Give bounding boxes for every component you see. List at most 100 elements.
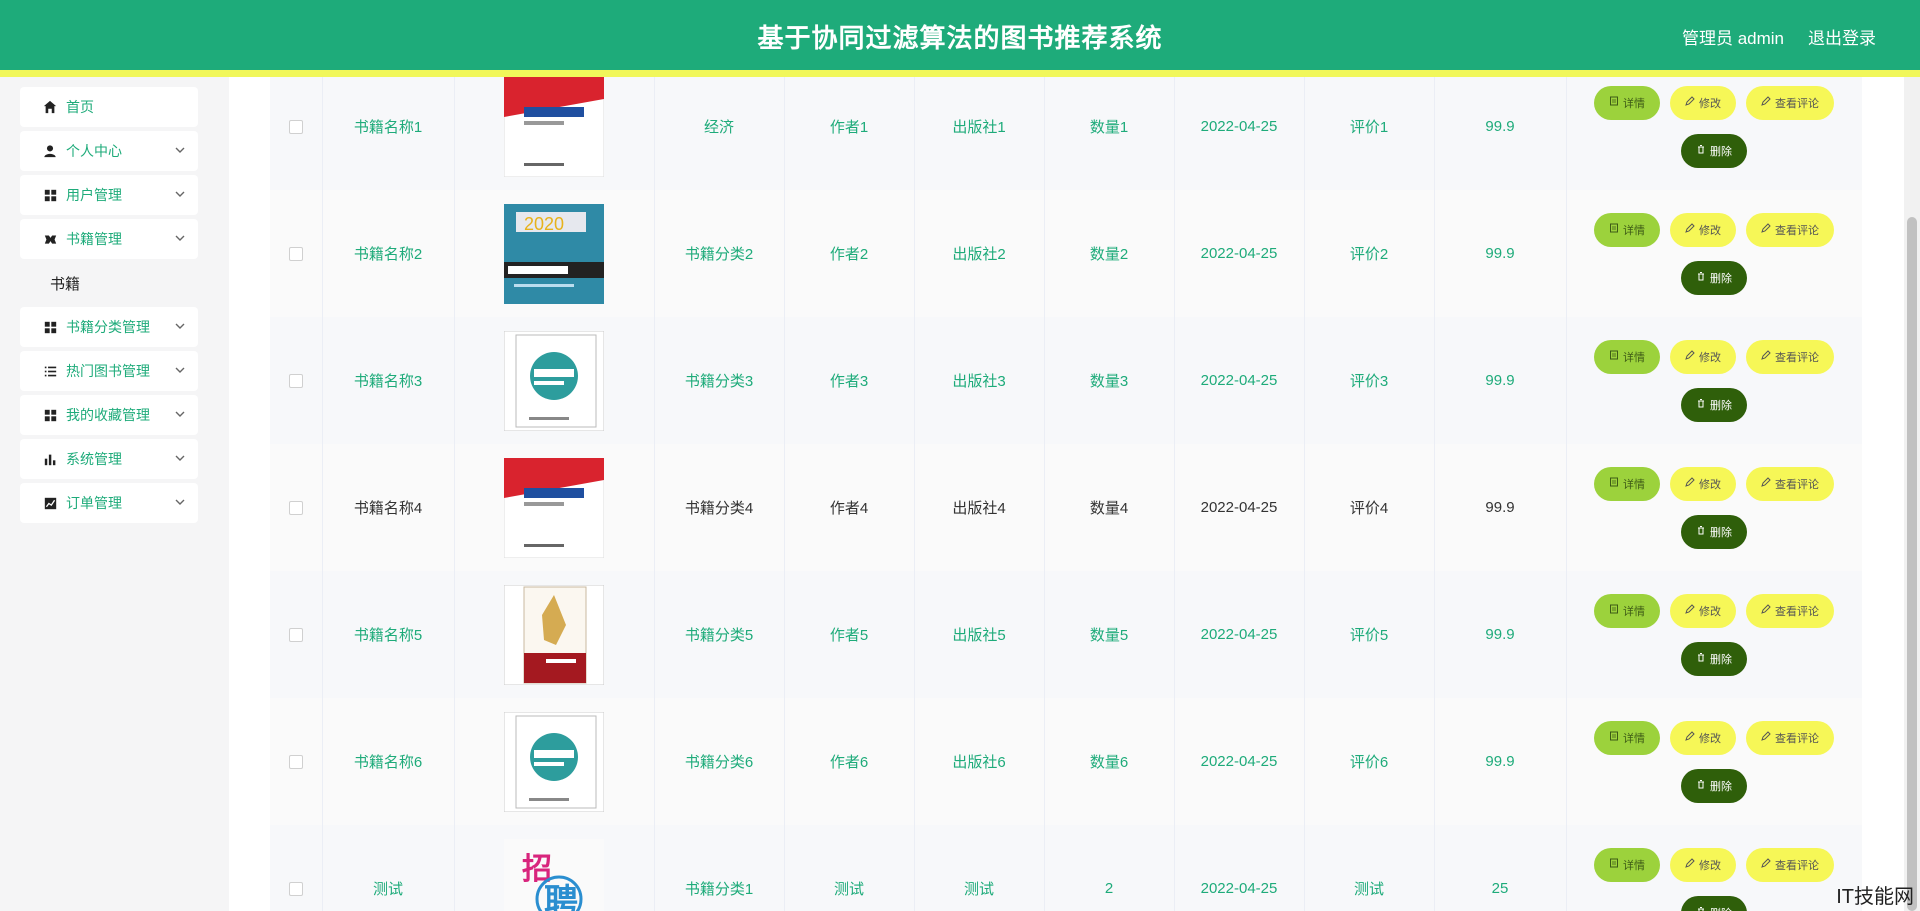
cell-select bbox=[270, 698, 323, 825]
book-cover-image[interactable]: 招聘 bbox=[504, 838, 604, 911]
detail-button[interactable]: 详情 bbox=[1594, 466, 1660, 501]
bar-chart-icon bbox=[42, 451, 58, 467]
edit-button[interactable]: 修改 bbox=[1670, 466, 1736, 501]
book-cover-image[interactable] bbox=[504, 711, 604, 812]
view-reviews-button[interactable]: 查看评论 bbox=[1746, 593, 1834, 628]
sidebar-item-users[interactable]: 用户管理 bbox=[20, 175, 198, 215]
cell-cover: 招聘 bbox=[454, 825, 655, 911]
cell-date-text: 2022-04-25 bbox=[1200, 753, 1278, 770]
cell-date-text: 2022-04-25 bbox=[1200, 245, 1278, 262]
table-row[interactable]: 书籍名称2 2020 书籍分类2 作者2 出版社2 数量2 2022-04-25 评价2 99.… bbox=[270, 190, 1862, 318]
sidebar-item-book-categories[interactable]: 书籍分类管理 bbox=[20, 307, 198, 347]
view-reviews-button[interactable]: 查看评论 bbox=[1746, 466, 1834, 501]
cell-actions: 详情 修改 查看评论删除 bbox=[1566, 698, 1862, 825]
detail-button-label: 详情 bbox=[1623, 351, 1645, 364]
sidebar-item-system[interactable]: 系统管理 bbox=[20, 439, 198, 479]
sidebar-item-label: 书籍分类管理 bbox=[66, 319, 150, 335]
delete-button[interactable]: 删除 bbox=[1681, 641, 1747, 676]
book-cover-image[interactable] bbox=[504, 457, 604, 558]
cell-author: 作者5 bbox=[784, 571, 915, 698]
sidebar-item-profile[interactable]: 个人中心 bbox=[20, 131, 198, 171]
sidebar-item-hot-books[interactable]: 热门图书管理 bbox=[20, 351, 198, 391]
detail-button[interactable]: 详情 bbox=[1594, 339, 1660, 374]
edit-button[interactable]: 修改 bbox=[1670, 85, 1736, 120]
sidebar-item-orders[interactable]: 订单管理 bbox=[20, 483, 198, 523]
detail-button[interactable]: 详情 bbox=[1594, 212, 1660, 247]
delete-button[interactable]: 删除 bbox=[1681, 895, 1747, 911]
row-checkbox[interactable] bbox=[289, 119, 303, 134]
view-reviews-button[interactable]: 查看评论 bbox=[1746, 847, 1834, 882]
detail-button[interactable]: 详情 bbox=[1594, 847, 1660, 882]
logout-link[interactable]: 退出登录 bbox=[1808, 24, 1876, 49]
cell-date: 2022-04-25 bbox=[1174, 77, 1305, 190]
edit-button[interactable]: 修改 bbox=[1670, 847, 1736, 882]
cell-price-text: 99.9 bbox=[1485, 626, 1515, 643]
sidebar-subitem-books[interactable]: 书籍 bbox=[50, 273, 80, 294]
cell-price-text: 99.9 bbox=[1485, 753, 1515, 770]
table-row[interactable]: 书籍名称3 书籍分类3 作者3 出版社3 数量3 2022-04-25 评价3 99.9 详情 修… bbox=[270, 317, 1862, 445]
cell-quantity: 数量3 bbox=[1044, 317, 1175, 444]
cell-name-text: 书籍名称1 bbox=[353, 119, 423, 136]
book-cover-image[interactable] bbox=[504, 584, 604, 685]
delete-button[interactable]: 删除 bbox=[1681, 514, 1747, 549]
book-cover-image[interactable]: 2020 bbox=[504, 203, 604, 304]
sidebar-item-books[interactable]: 书籍管理 bbox=[20, 219, 198, 259]
table-row[interactable]: 测试 招聘书籍分类1 测试 测试 2 2022-04-25 测试 25 详情 修改 查看评论删除 bbox=[270, 825, 1862, 911]
cell-rating-text: 评价5 bbox=[1349, 627, 1389, 644]
row-checkbox[interactable] bbox=[289, 373, 303, 388]
delete-button[interactable]: 删除 bbox=[1681, 260, 1747, 295]
view-reviews-button[interactable]: 查看评论 bbox=[1746, 339, 1834, 374]
view-reviews-button[interactable]: 查看评论 bbox=[1746, 85, 1834, 120]
delete-button[interactable]: 删除 bbox=[1681, 387, 1747, 422]
delete-button[interactable]: 删除 bbox=[1681, 768, 1747, 803]
admin-label[interactable]: 管理员 admin bbox=[1682, 24, 1784, 49]
detail-button[interactable]: 详情 bbox=[1594, 85, 1660, 120]
sidebar-item-label: 书籍管理 bbox=[66, 231, 122, 247]
cell-price: 99.9 bbox=[1434, 317, 1567, 444]
doc-icon bbox=[1609, 350, 1619, 363]
cell-category-text: 经济 bbox=[703, 119, 734, 136]
sidebar-item-home[interactable]: 首页 bbox=[20, 87, 198, 127]
detail-button[interactable]: 详情 bbox=[1594, 720, 1660, 755]
view-reviews-button[interactable]: 查看评论 bbox=[1746, 212, 1834, 247]
table-row[interactable]: 书籍名称5 书籍分类5 作者5 出版社5 数量5 2022-04-25 评价5 99.9 详情 修… bbox=[270, 571, 1862, 699]
edit-button-label: 修改 bbox=[1699, 97, 1721, 110]
vertical-scrollbar[interactable] bbox=[1904, 77, 1920, 911]
book-cover-image[interactable] bbox=[504, 330, 604, 431]
view-reviews-button[interactable]: 查看评论 bbox=[1746, 720, 1834, 755]
cell-quantity-text: 数量6 bbox=[1089, 754, 1129, 771]
sidebar-item-label: 订单管理 bbox=[66, 495, 122, 511]
edit-button[interactable]: 修改 bbox=[1670, 593, 1736, 628]
table-row[interactable]: 书籍名称1 经济 作者1 出版社1 数量1 2022-04-25 评价1 99.9 详情 修改 查看… bbox=[270, 77, 1862, 191]
row-checkbox[interactable] bbox=[289, 246, 303, 261]
edit-button[interactable]: 修改 bbox=[1670, 212, 1736, 247]
edit-button-label: 修改 bbox=[1699, 732, 1721, 745]
cell-category-text: 书籍分类6 bbox=[684, 754, 754, 771]
detail-button-label: 详情 bbox=[1623, 478, 1645, 491]
row-checkbox[interactable] bbox=[289, 500, 303, 515]
edit-button[interactable]: 修改 bbox=[1670, 339, 1736, 374]
edit-button[interactable]: 修改 bbox=[1670, 720, 1736, 755]
pencil-icon bbox=[1685, 731, 1695, 744]
table-row[interactable]: 书籍名称4 书籍分类4 作者4 出版社4 数量4 2022-04-25 评价4 99.9 详情 修… bbox=[270, 444, 1862, 572]
cell-rating-text: 评价2 bbox=[1349, 246, 1389, 263]
delete-button-label: 删除 bbox=[1710, 399, 1732, 412]
row-checkbox[interactable] bbox=[289, 754, 303, 769]
cell-author: 作者2 bbox=[784, 190, 915, 317]
delete-button[interactable]: 删除 bbox=[1681, 133, 1747, 168]
cell-category-text: 书籍分类5 bbox=[684, 627, 754, 644]
table-row[interactable]: 书籍名称6 书籍分类6 作者6 出版社6 数量6 2022-04-25 评价6 99.9 详情 修… bbox=[270, 698, 1862, 826]
cell-date-text: 2022-04-25 bbox=[1200, 372, 1278, 389]
cell-select bbox=[270, 444, 323, 571]
cell-category-text: 书籍分类1 bbox=[684, 881, 754, 898]
book-cover-image[interactable] bbox=[504, 77, 604, 177]
cell-author-text: 作者5 bbox=[829, 627, 869, 644]
scrollbar-thumb[interactable] bbox=[1907, 217, 1917, 911]
sidebar-item-favorites[interactable]: 我的收藏管理 bbox=[20, 395, 198, 435]
cell-category: 书籍分类4 bbox=[654, 444, 785, 571]
row-checkbox[interactable] bbox=[289, 881, 303, 896]
detail-button[interactable]: 详情 bbox=[1594, 593, 1660, 628]
cell-price: 99.9 bbox=[1434, 571, 1567, 698]
cell-name-text: 书籍名称5 bbox=[353, 627, 423, 644]
row-checkbox[interactable] bbox=[289, 627, 303, 642]
